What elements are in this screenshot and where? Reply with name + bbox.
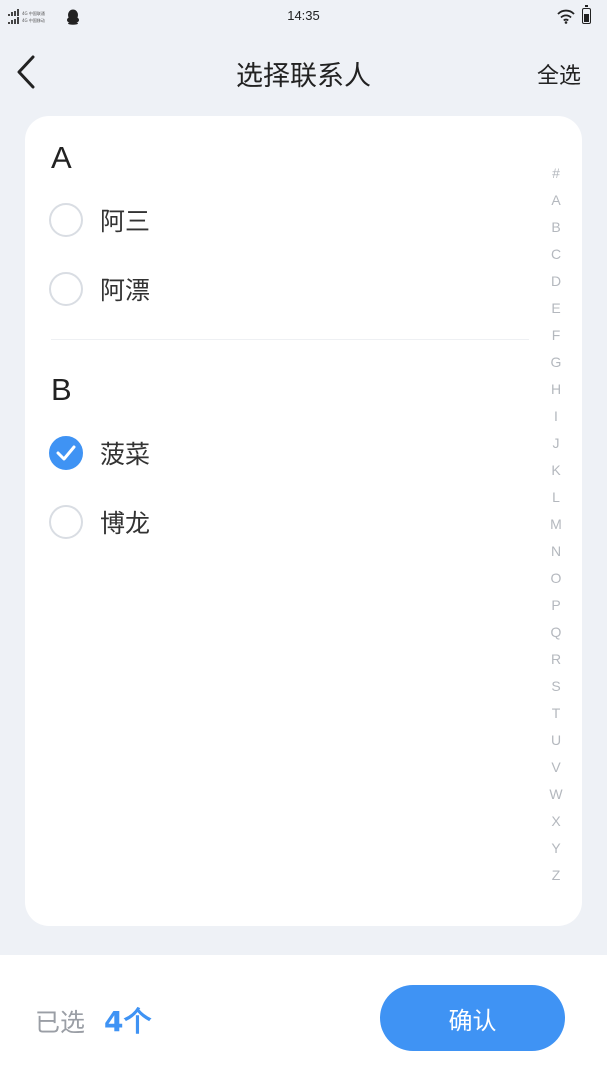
index-letter[interactable]: V — [551, 754, 560, 781]
contact-list-card: A 阿三 阿漂 B 菠菜 博龙 # A B C D E F G H I J K L M N O P Q R S T U V W… — [25, 116, 582, 926]
index-letter[interactable]: T — [552, 700, 561, 727]
index-letter[interactable]: J — [553, 430, 560, 457]
contact-item[interactable]: 阿三 — [49, 193, 509, 247]
page-title: 选择联系人 — [236, 61, 371, 92]
index-letter[interactable]: Y — [551, 835, 560, 862]
contact-name: 阿漂 — [100, 276, 151, 305]
index-letter[interactable]: N — [551, 538, 561, 565]
wifi-icon — [557, 9, 575, 24]
contact-radio[interactable] — [49, 203, 83, 237]
index-letter[interactable]: D — [551, 268, 561, 295]
index-letter[interactable]: B — [551, 214, 560, 241]
index-letter[interactable]: W — [549, 781, 562, 808]
contact-item[interactable]: 博龙 — [49, 495, 509, 549]
index-letter[interactable]: O — [551, 565, 562, 592]
selected-count: 4个 — [104, 1005, 152, 1038]
index-letter[interactable]: M — [550, 511, 562, 538]
index-letter[interactable]: H — [551, 376, 561, 403]
index-letter[interactable]: Q — [551, 619, 562, 646]
index-letter[interactable]: A — [551, 187, 560, 214]
index-letter[interactable]: G — [551, 349, 562, 376]
index-letter[interactable]: C — [551, 241, 561, 268]
index-letter[interactable]: F — [552, 322, 561, 349]
confirm-button[interactable]: 确认 — [380, 985, 565, 1051]
contact-radio[interactable] — [49, 272, 83, 306]
status-time: 14:35 — [287, 8, 320, 23]
index-letter[interactable]: X — [551, 808, 560, 835]
section-header-b: B — [51, 372, 72, 407]
contact-radio[interactable] — [49, 505, 83, 539]
index-letter[interactable]: # — [552, 160, 560, 187]
index-letter[interactable]: P — [551, 592, 560, 619]
index-letter[interactable]: Z — [552, 862, 561, 889]
nav-bar: 选择联系人 全选 — [0, 40, 607, 104]
alphabet-index-bar[interactable]: # A B C D E F G H I J K L M N O P Q R S T U V W X Y Z — [543, 160, 569, 889]
index-letter[interactable]: I — [554, 403, 558, 430]
contact-name: 菠菜 — [100, 440, 151, 469]
section-header-a: A — [51, 140, 72, 175]
index-letter[interactable]: E — [551, 295, 560, 322]
status-bar: 4G 中国联通 4G 中国移动 14:35 — [0, 0, 607, 34]
footer-bar: 已选 4个 确认 — [0, 955, 607, 1080]
index-letter[interactable]: K — [551, 457, 560, 484]
index-letter[interactable]: L — [552, 484, 560, 511]
battery-icon — [582, 5, 591, 24]
select-all-button[interactable]: 全选 — [537, 58, 581, 90]
index-letter[interactable]: R — [551, 646, 561, 673]
index-letter[interactable]: S — [551, 673, 560, 700]
check-icon — [56, 445, 76, 461]
section-divider — [51, 339, 529, 340]
index-letter[interactable]: U — [551, 727, 561, 754]
selected-label: 已选 — [35, 1008, 86, 1037]
contact-item[interactable]: 阿漂 — [49, 262, 509, 316]
contact-radio-checked[interactable] — [49, 436, 83, 470]
contact-name: 阿三 — [100, 207, 151, 236]
contact-name: 博龙 — [100, 509, 151, 538]
contact-item[interactable]: 菠菜 — [49, 426, 509, 480]
